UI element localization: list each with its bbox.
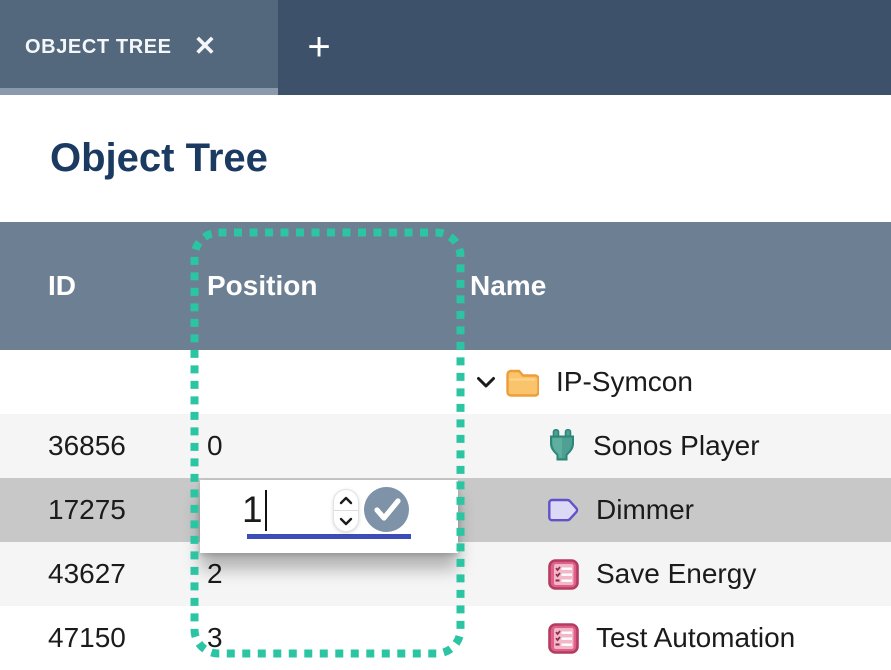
cell-name: Save Energy — [460, 558, 891, 590]
position-input[interactable]: 1 — [242, 486, 267, 534]
chevron-up-icon — [339, 496, 353, 505]
object-name: Save Energy — [596, 558, 756, 590]
header-name[interactable]: Name — [460, 270, 891, 302]
text-caret — [265, 490, 267, 531]
table-row-sonos-player[interactable]: 36856 0 Sonos Player — [0, 414, 891, 478]
cell-name: IP-Symcon — [460, 366, 891, 398]
stepper-down-button[interactable] — [334, 511, 358, 531]
position-editor-popup: 1 — [200, 480, 458, 553]
tag-icon — [548, 498, 579, 523]
stepper-up-button[interactable] — [334, 490, 358, 510]
title-section: Object Tree — [0, 95, 891, 222]
page-title: Object Tree — [50, 136, 268, 181]
object-name: Dimmer — [596, 494, 694, 526]
table-row-ip-symcon[interactable]: IP-Symcon — [0, 350, 891, 414]
check-icon — [372, 497, 402, 523]
cell-name: Sonos Player — [460, 429, 891, 463]
object-name: IP-Symcon — [556, 366, 693, 398]
chevron-down-icon[interactable] — [476, 376, 496, 389]
plug-icon — [548, 429, 576, 463]
table-header: ID Position Name — [0, 222, 891, 350]
position-input-value: 1 — [242, 489, 263, 531]
number-stepper — [334, 490, 358, 531]
cell-name: Test Automation — [460, 622, 891, 654]
header-position[interactable]: Position — [192, 270, 460, 302]
active-tab-indicator — [0, 88, 278, 95]
cell-id: 43627 — [0, 558, 192, 590]
confirm-button[interactable] — [364, 487, 409, 532]
tab-object-tree[interactable]: OBJECT TREE ✕ — [0, 0, 278, 95]
input-underline — [247, 534, 411, 539]
table-row-test-automation[interactable]: 47150 3 Test Automation — [0, 606, 891, 670]
object-name: Test Automation — [596, 622, 795, 654]
cell-name: Dimmer — [460, 494, 891, 526]
chevron-down-icon — [339, 517, 353, 526]
tab-label: OBJECT TREE — [25, 36, 172, 59]
cell-position[interactable]: 2 — [192, 558, 460, 590]
object-tree-window: OBJECT TREE ✕ + Object Tree ID Position … — [0, 0, 891, 670]
new-tab-button[interactable]: + — [278, 0, 360, 95]
cell-id: 17275 — [0, 494, 192, 526]
close-icon[interactable]: ✕ — [194, 33, 217, 60]
tab-bar: OBJECT TREE ✕ + — [0, 0, 891, 95]
cell-id: 36856 — [0, 430, 192, 462]
cell-id: 47150 — [0, 622, 192, 654]
script-icon — [548, 559, 579, 590]
script-icon — [548, 623, 579, 654]
header-id[interactable]: ID — [0, 270, 192, 302]
object-name: Sonos Player — [593, 430, 760, 462]
cell-position[interactable]: 0 — [192, 430, 460, 462]
cell-position[interactable]: 3 — [192, 622, 460, 654]
folder-icon — [505, 368, 539, 397]
plus-icon: + — [307, 25, 330, 70]
